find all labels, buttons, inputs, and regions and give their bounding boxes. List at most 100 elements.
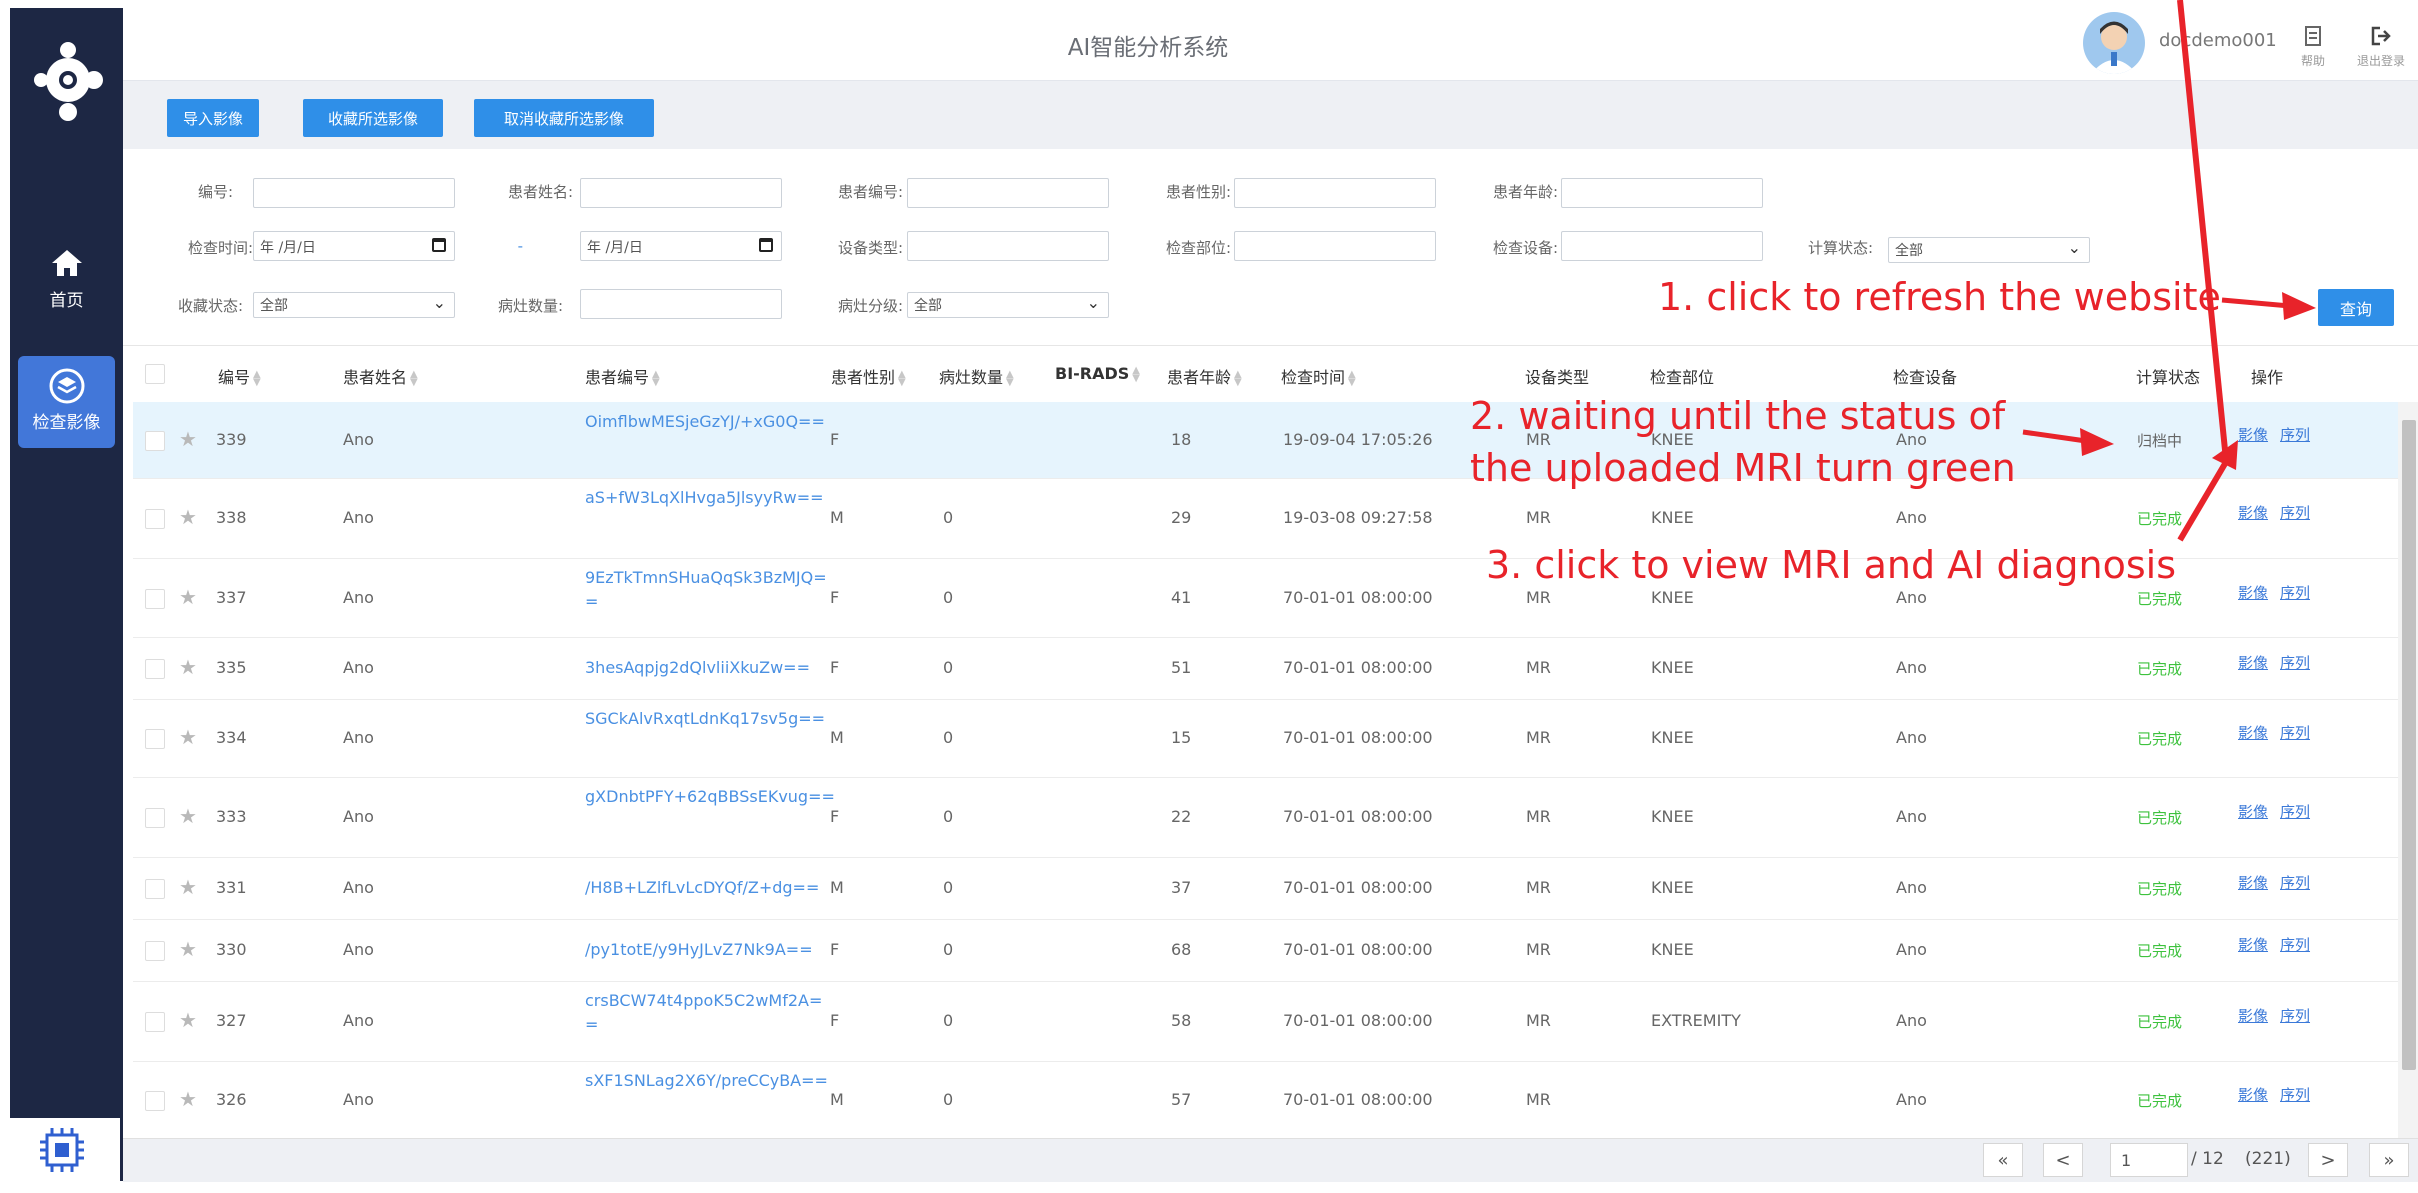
- chip-icon[interactable]: [10, 1118, 120, 1189]
- table-row[interactable]: ★ 339 Ano OimflbwMESjeGzYJ/+xG0Q== F 18 19-09-…: [133, 402, 2398, 479]
- view-image-link[interactable]: 影像: [2238, 1005, 2268, 1026]
- id-input[interactable]: [253, 178, 455, 208]
- logout-button[interactable]: 退出登录: [2351, 26, 2411, 69]
- star-icon[interactable]: ★: [179, 505, 197, 529]
- view-image-link[interactable]: 影像: [2238, 1084, 2268, 1105]
- row-checkbox[interactable]: [145, 509, 165, 529]
- cell-patient-no[interactable]: /H8B+LZlfLvLcDYQf/Z+dg==: [585, 876, 835, 900]
- star-icon[interactable]: ★: [179, 804, 197, 828]
- col-lesion-count[interactable]: 病灶数量 ▲ ▼: [939, 364, 1014, 388]
- next-page-button[interactable]: >: [2308, 1143, 2348, 1177]
- sidebar-item-exam-images[interactable]: 检查影像: [18, 356, 115, 448]
- star-icon[interactable]: ★: [179, 875, 197, 899]
- view-image-link[interactable]: 影像: [2238, 582, 2268, 603]
- col-age[interactable]: 患者年龄 ▲ ▼: [1167, 364, 1242, 388]
- last-page-button[interactable]: »: [2369, 1143, 2409, 1177]
- calendar-icon[interactable]: [432, 238, 446, 252]
- select-all-checkbox[interactable]: [145, 364, 165, 384]
- gender-input[interactable]: [1234, 178, 1436, 208]
- view-image-link[interactable]: 影像: [2238, 652, 2268, 673]
- help-button[interactable]: 帮助: [2283, 26, 2343, 69]
- view-series-link[interactable]: 序列: [2280, 872, 2310, 893]
- exam-date-to-input[interactable]: 年 /月/日: [580, 231, 782, 261]
- search-button[interactable]: 查询: [2318, 289, 2394, 326]
- row-checkbox[interactable]: [145, 659, 165, 679]
- body-part-input[interactable]: [1234, 231, 1436, 261]
- view-series-link[interactable]: 序列: [2280, 934, 2310, 955]
- row-checkbox[interactable]: [145, 1012, 165, 1032]
- row-checkbox[interactable]: [145, 879, 165, 899]
- age-input[interactable]: [1561, 178, 1763, 208]
- sort-icon: ▲ ▼: [1132, 364, 1140, 384]
- table-row[interactable]: ★ 334 Ano SGCkAlvRxqtLdnKq17sv5g== M 0 15 70-01…: [133, 699, 2398, 778]
- view-series-link[interactable]: 序列: [2280, 1084, 2310, 1105]
- cell-patient-no[interactable]: OimflbwMESjeGzYJ/+xG0Q==: [585, 410, 835, 434]
- exam-date-from-input[interactable]: 年 /月/日: [253, 231, 455, 261]
- table-row[interactable]: ★ 326 Ano sXF1SNLag2X6Y/preCCyBA== M 0 57 70-01…: [133, 1061, 2398, 1138]
- cell-patient-no[interactable]: sXF1SNLag2X6Y/preCCyBA==: [585, 1069, 835, 1093]
- col-name[interactable]: 患者姓名 ▲ ▼: [343, 364, 418, 388]
- fav-status-select[interactable]: 全部: [253, 292, 455, 318]
- row-checkbox[interactable]: [145, 431, 165, 451]
- cell-patient-no[interactable]: /py1totE/y9HyJLvZ7Nk9A==: [585, 938, 835, 962]
- table-row[interactable]: ★ 331 Ano/H8B+LZlfLvLcDYQf/Z+dg== M 0 37 70-01…: [133, 857, 2398, 920]
- star-icon[interactable]: ★: [179, 1087, 197, 1111]
- view-series-link[interactable]: 序列: [2280, 652, 2310, 673]
- star-icon[interactable]: ★: [179, 1008, 197, 1032]
- cell-patient-no[interactable]: 9EzTkTmnSHuaQqSk3BzMJQ==: [585, 566, 835, 614]
- star-icon[interactable]: ★: [179, 937, 197, 961]
- lesion-grade-select[interactable]: 全部: [907, 292, 1109, 318]
- device-input[interactable]: [1561, 231, 1763, 261]
- view-image-link[interactable]: 影像: [2238, 722, 2268, 743]
- col-gender[interactable]: 患者性别 ▲ ▼: [831, 364, 906, 388]
- row-checkbox[interactable]: [145, 808, 165, 828]
- page-number-input[interactable]: 1: [2110, 1143, 2188, 1177]
- view-series-link[interactable]: 序列: [2280, 722, 2310, 743]
- view-image-link[interactable]: 影像: [2238, 934, 2268, 955]
- table-row[interactable]: ★ 330 Ano/py1totE/y9HyJLvZ7Nk9A== F 0 68 70-01…: [133, 919, 2398, 982]
- view-series-link[interactable]: 序列: [2280, 1005, 2310, 1026]
- row-checkbox[interactable]: [145, 1091, 165, 1111]
- view-image-link[interactable]: 影像: [2238, 801, 2268, 822]
- star-icon[interactable]: ★: [179, 725, 197, 749]
- cell-patient-no[interactable]: gXDnbtPFY+62qBBSsEKvug==: [585, 785, 835, 809]
- col-id[interactable]: 编号 ▲ ▼: [218, 364, 261, 388]
- favorite-selected-button[interactable]: 收藏所选影像: [303, 99, 443, 137]
- unfavorite-selected-button[interactable]: 取消收藏所选影像: [474, 99, 654, 137]
- row-checkbox[interactable]: [145, 588, 165, 609]
- star-icon[interactable]: ★: [179, 655, 197, 679]
- star-icon[interactable]: ★: [179, 585, 197, 609]
- view-image-link[interactable]: 影像: [2238, 502, 2268, 523]
- sidebar-item-home[interactable]: 首页: [10, 248, 123, 318]
- table-row[interactable]: ★ 327 Ano crsBCW74t4ppoK5C2wMf2A== F 0 58 70-01…: [133, 981, 2398, 1062]
- scrollbar-thumb[interactable]: [2402, 420, 2416, 1070]
- cell-patient-no[interactable]: crsBCW74t4ppoK5C2wMf2A==: [585, 989, 835, 1037]
- prev-page-button[interactable]: <: [2043, 1143, 2083, 1177]
- row-checkbox[interactable]: [145, 729, 165, 749]
- col-birads[interactable]: BI-RADS ▲ ▼: [1055, 364, 1140, 383]
- avatar[interactable]: [2083, 12, 2145, 74]
- view-series-link[interactable]: 序列: [2280, 801, 2310, 822]
- view-series-link[interactable]: 序列: [2280, 582, 2310, 603]
- row-checkbox[interactable]: [145, 941, 165, 961]
- import-images-button[interactable]: 导入影像: [167, 99, 259, 137]
- view-series-link[interactable]: 序列: [2280, 502, 2310, 523]
- patient-name-input[interactable]: [580, 178, 782, 208]
- cell-patient-no[interactable]: SGCkAlvRxqtLdnKq17sv5g==: [585, 707, 835, 731]
- calc-status-select[interactable]: 全部: [1888, 237, 2090, 263]
- col-patient-no[interactable]: 患者编号 ▲ ▼: [585, 364, 660, 388]
- lesion-count-input[interactable]: [580, 289, 782, 319]
- patient-no-input[interactable]: [907, 178, 1109, 208]
- table-row[interactable]: ★ 335 Ano 3hesAqpjg2dQlvliiXkuZw== F 0 51 70-01…: [133, 637, 2398, 700]
- table-row[interactable]: ★ 333 Ano gXDnbtPFY+62qBBSsEKvug== F 0 22 70-01…: [133, 777, 2398, 858]
- cell-patient-no[interactable]: 3hesAqpjg2dQlvliiXkuZw==: [585, 656, 835, 680]
- view-series-link[interactable]: 序列: [2280, 424, 2310, 445]
- cell-patient-no[interactable]: aS+fW3LqXlHvga5JlsyyRw==: [585, 486, 835, 510]
- first-page-button[interactable]: «: [1983, 1143, 2023, 1177]
- view-image-link[interactable]: 影像: [2238, 872, 2268, 893]
- calendar-icon[interactable]: [759, 238, 773, 252]
- col-exam-time[interactable]: 检查时间 ▲ ▼: [1281, 364, 1356, 388]
- view-image-link[interactable]: 影像: [2238, 424, 2268, 445]
- star-icon[interactable]: ★: [179, 427, 197, 451]
- device-type-input[interactable]: [907, 231, 1109, 261]
